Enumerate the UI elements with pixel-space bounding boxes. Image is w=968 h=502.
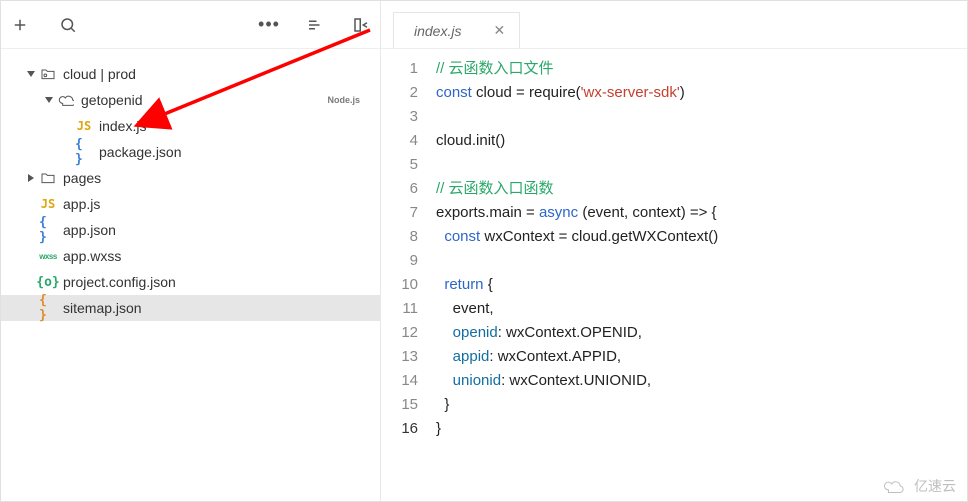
tree-item-label: app.js <box>63 196 100 212</box>
tree-item-label: app.wxss <box>63 248 121 264</box>
tree-item[interactable]: { }sitemap.json <box>1 295 380 321</box>
tree-item-label: app.json <box>63 222 116 238</box>
file-tree: cloud | prodgetopenidNode.jsJSindex.js{ … <box>1 49 380 501</box>
search-icon[interactable] <box>59 16 77 34</box>
tree-item-label: sitemap.json <box>63 300 142 316</box>
tree-item-label: getopenid <box>81 92 143 108</box>
tree-item-label: project.config.json <box>63 274 176 290</box>
sidebar-toolbar: ••• <box>1 1 380 49</box>
tree-item-label: index.js <box>99 118 146 134</box>
tree-item[interactable]: wxssapp.wxss <box>1 243 380 269</box>
tree-item[interactable]: { }package.json <box>1 139 380 165</box>
tree-item[interactable]: getopenid Node.js <box>1 87 380 113</box>
tree-item-label: cloud | prod <box>63 66 136 82</box>
collapse-icon[interactable] <box>306 16 324 34</box>
editor-tab[interactable]: index.js ✕ <box>393 12 520 48</box>
tree-item[interactable]: JSindex.js <box>1 113 380 139</box>
watermark: 亿速云 <box>882 476 956 496</box>
tree-item[interactable]: JSapp.js <box>1 191 380 217</box>
code-editor[interactable]: 12345678910111213141516 // 云函数入口文件const … <box>381 49 967 501</box>
editor-pane: index.js ✕ 12345678910111213141516 // 云函… <box>381 1 967 501</box>
tree-item[interactable]: pages <box>1 165 380 191</box>
tree-item-label: pages <box>63 170 101 186</box>
add-icon[interactable] <box>11 16 29 34</box>
line-number-gutter: 12345678910111213141516 <box>381 57 436 501</box>
more-icon[interactable]: ••• <box>260 16 278 34</box>
split-icon[interactable] <box>352 16 370 34</box>
code-content[interactable]: // 云函数入口文件const cloud = require('wx-serv… <box>436 57 967 501</box>
tree-item-label: package.json <box>99 144 182 160</box>
tree-item[interactable]: { }app.json <box>1 217 380 243</box>
close-icon[interactable]: ✕ <box>493 22 505 39</box>
tab-filename: index.js <box>414 23 461 39</box>
nodejs-badge: Node.js <box>327 95 360 105</box>
tree-item[interactable]: {o}project.config.json <box>1 269 380 295</box>
tree-item[interactable]: cloud | prod <box>1 61 380 87</box>
file-explorer-sidebar: ••• cloud | prod getopenid Node.js JSindex.… <box>1 1 381 501</box>
editor-tabbar: index.js ✕ <box>381 1 967 49</box>
